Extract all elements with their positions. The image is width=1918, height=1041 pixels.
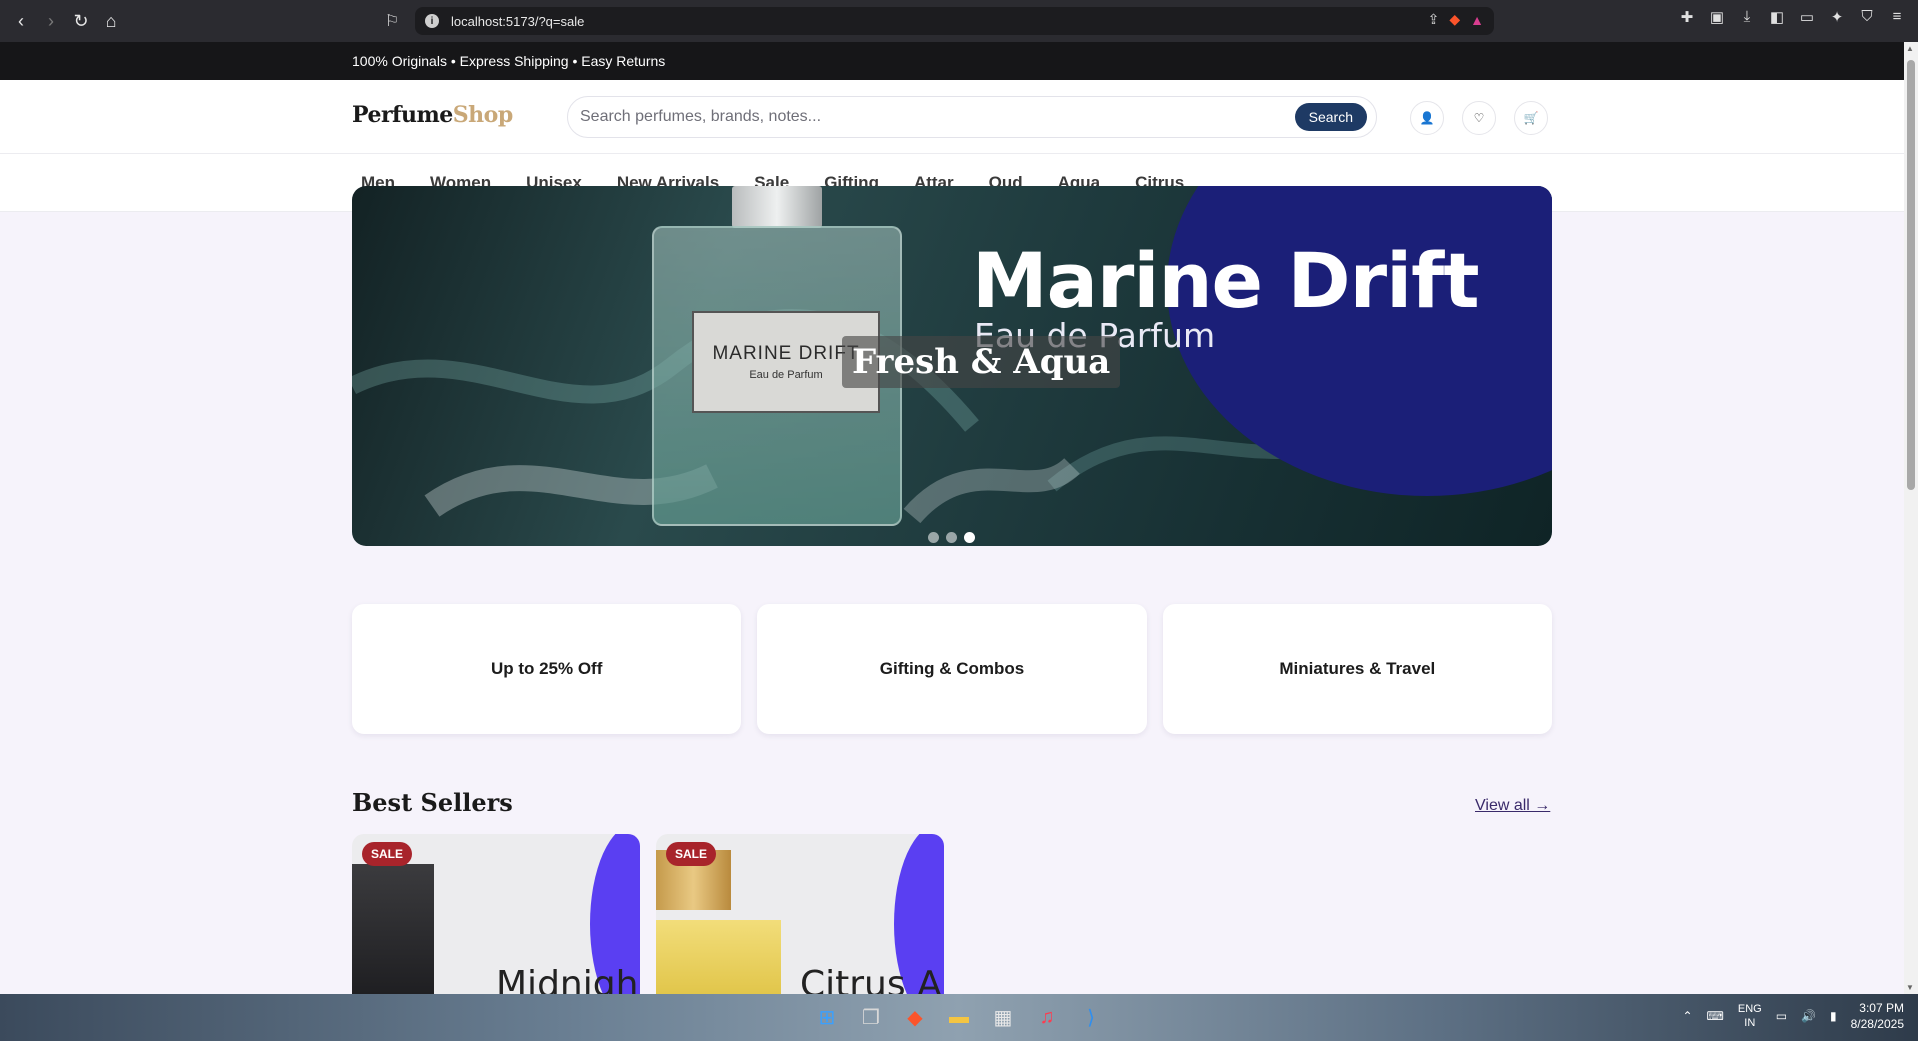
task-view-icon[interactable]: ❐ (854, 1000, 888, 1034)
file-explorer-icon[interactable]: ▬ (942, 1000, 976, 1034)
promo-label: Gifting & Combos (879, 659, 1025, 678)
site-logo[interactable]: PerfumeShop (352, 102, 513, 128)
logo-main: Perfume (352, 102, 453, 128)
region-code: IN (1744, 1017, 1756, 1029)
site-header: PerfumeShop Search 👤 ♡ 🛒 (0, 80, 1904, 154)
menu-icon[interactable]: ≡ (1888, 8, 1906, 26)
clock-date: 8/28/2025 (1850, 1017, 1904, 1031)
promo-label: Miniatures & Travel (1279, 659, 1436, 678)
leo-ai-icon[interactable]: ✦ (1828, 8, 1846, 26)
home-icon[interactable]: ⌂ (96, 6, 126, 36)
hero-caption: Fresh & Aqua (842, 336, 1121, 388)
promo-cards: Up to 25% Off Gifting & Combos Miniature… (352, 604, 1552, 734)
hero-carousel[interactable]: MARINE DRIFT Eau de Parfum Marine Drift … (352, 186, 1552, 546)
sale-badge: SALE (362, 842, 413, 866)
sidebar-icon[interactable]: ◧ (1768, 8, 1786, 26)
clock-time: 3:07 PM (1859, 1001, 1904, 1015)
vscode-icon[interactable]: ⟩ (1074, 1000, 1108, 1034)
bottle-cap (732, 186, 822, 228)
carousel-dot-1[interactable] (928, 532, 939, 543)
product-card[interactable]: SALE Midnigh (352, 834, 640, 994)
wallet-icon[interactable]: ▭ (1798, 8, 1816, 26)
promo-card-miniatures[interactable]: Miniatures & Travel (1162, 604, 1552, 734)
cart-icon[interactable]: 🛒 (1514, 101, 1548, 135)
product-image-gold-bottle (656, 920, 781, 994)
keyboard-icon[interactable]: ⌨ (1707, 1009, 1724, 1023)
browser-toolbar: ‹ › ↻ ⌂ ⚐ i localhost:5173/?q=sale ⇪ ◆ ▲… (0, 0, 1918, 42)
extensions-icon[interactable]: ✚ (1678, 8, 1696, 26)
logo-accent: Shop (452, 102, 513, 128)
announcement-bar: 100% Originals • Express Shipping • Easy… (0, 42, 1904, 80)
best-sellers-heading: Best Sellers (352, 788, 513, 817)
language-indicator[interactable]: ENG IN (1738, 1002, 1762, 1030)
share-icon[interactable]: ⇪ (1428, 11, 1440, 28)
carousel-dot-3[interactable] (964, 532, 975, 543)
system-tray: ⌃ ⌨ ENG IN ▭ 🔊 ▮ 3:07 PM 8/28/2025 (1682, 1000, 1904, 1032)
network-icon[interactable]: ▭ (1776, 1009, 1787, 1023)
product-image-text: Citrus A (800, 964, 942, 994)
reload-icon[interactable]: ↻ (66, 6, 96, 36)
brave-browser-icon[interactable]: ◆ (898, 1000, 932, 1034)
back-icon[interactable]: ‹ (6, 6, 36, 36)
hero-title: Marine Drift (972, 236, 1480, 325)
language-code: ENG (1737, 1003, 1762, 1015)
bottle-label-title: MARINE DRIFT (712, 343, 860, 364)
promo-label: Up to 25% Off (490, 659, 603, 678)
search-bar: Search (567, 96, 1377, 138)
promo-card-gifting[interactable]: Gifting & Combos (757, 604, 1147, 734)
announcement-text: 100% Originals • Express Shipping • Easy… (352, 53, 666, 69)
scrollbar-thumb[interactable] (1907, 60, 1915, 490)
search-input[interactable] (580, 108, 1280, 126)
reader-icon[interactable]: ▣ (1708, 8, 1726, 26)
store-icon[interactable]: ▦ (986, 1000, 1020, 1034)
scroll-down-icon[interactable]: ▼ (1906, 983, 1914, 992)
product-image-text: Midnigh (496, 964, 639, 994)
view-all-link[interactable]: View all → (1475, 797, 1550, 815)
carousel-dots (928, 532, 975, 543)
windows-taskbar: ⊞ ❐ ◆ ▬ ▦ ♫ ⟩ ⌃ ⌨ ENG IN ▭ 🔊 ▮ 3:07 PM 8… (0, 994, 1918, 1041)
brave-shields-icon[interactable]: ◆ (1449, 11, 1460, 28)
battery-icon[interactable]: ▮ (1830, 1009, 1837, 1023)
forward-icon[interactable]: › (36, 6, 66, 36)
product-card[interactable]: SALE Citrus A (656, 834, 944, 994)
sale-badge: SALE (666, 842, 717, 866)
user-icon[interactable]: 👤 (1410, 101, 1444, 135)
heart-icon[interactable]: ♡ (1462, 101, 1496, 135)
bookmark-icon[interactable]: ⚐ (380, 8, 404, 34)
bottle-label-subtitle: Eau de Parfum (749, 369, 823, 381)
start-icon[interactable]: ⊞ (810, 1000, 844, 1034)
site-info-icon[interactable]: i (425, 14, 439, 28)
music-icon[interactable]: ♫ (1030, 1000, 1064, 1034)
brave-rewards-icon[interactable]: ▲ (1470, 12, 1484, 28)
url-text[interactable]: localhost:5173/?q=sale (451, 14, 584, 29)
vpn-icon[interactable]: ⛉ (1858, 8, 1876, 26)
scroll-up-icon[interactable]: ▲ (1906, 44, 1914, 53)
page-scrollbar[interactable]: ▲ ▼ (1904, 42, 1918, 994)
volume-icon[interactable]: 🔊 (1801, 1009, 1816, 1023)
promo-card-sale[interactable]: Up to 25% Off (352, 604, 742, 734)
carousel-dot-2[interactable] (946, 532, 957, 543)
clock[interactable]: 3:07 PM 8/28/2025 (1851, 1000, 1904, 1032)
search-button[interactable]: Search (1294, 103, 1367, 131)
address-bar[interactable]: i localhost:5173/?q=sale ⇪ ◆ ▲ (415, 7, 1494, 35)
product-image-dark-bottle (352, 864, 434, 994)
product-grid: SALE Midnigh SALE Citrus A (352, 834, 944, 994)
download-icon[interactable]: ⤓ (1738, 8, 1756, 26)
tray-overflow-icon[interactable]: ⌃ (1682, 1009, 1692, 1023)
